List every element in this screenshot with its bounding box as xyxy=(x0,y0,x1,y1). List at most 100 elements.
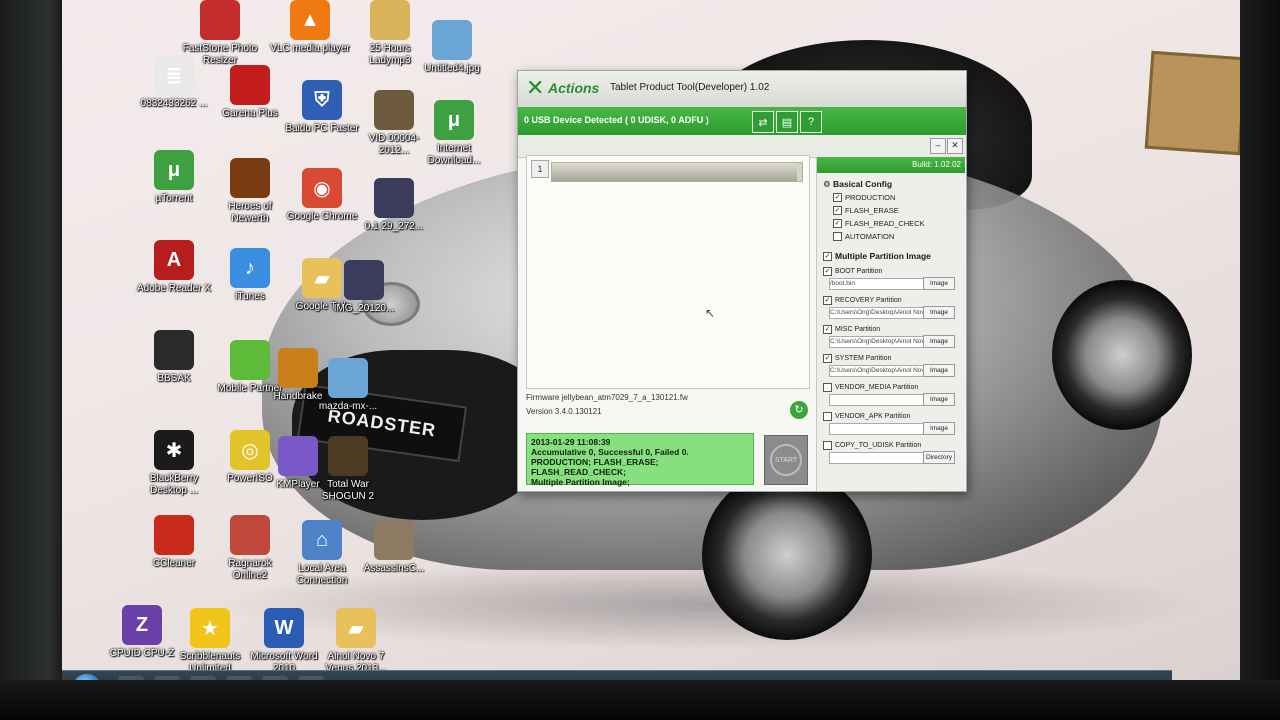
close-button[interactable]: ✕ xyxy=(947,138,963,154)
desktop-shortcut[interactable]: ★ Scribblenauts Unlimited xyxy=(170,608,250,675)
progress-bar xyxy=(551,162,803,182)
log-line: 2013-01-29 11:08:39 xyxy=(531,437,611,447)
partition-path-field[interactable] xyxy=(829,452,927,464)
usb-button[interactable]: ⇄ xyxy=(752,111,774,133)
desktop-shortcut-label: 0832433262 ... xyxy=(140,98,208,109)
partition-checkbox[interactable] xyxy=(823,412,832,421)
slot-tab[interactable]: 1 xyxy=(531,160,549,178)
desktop-shortcut[interactable]: μ µTorrent xyxy=(134,150,214,205)
partition-checkbox[interactable] xyxy=(823,441,832,450)
build-label: Build: 1.02.02 xyxy=(817,157,965,173)
desktop-shortcut-label: 0.1 29_272... xyxy=(364,221,424,232)
partition-path-field[interactable] xyxy=(829,423,927,435)
option-row[interactable]: ✓ FLASH_READ_CHECK xyxy=(833,219,925,228)
desktop-shortcut[interactable]: Heroes of Newerth xyxy=(210,158,290,225)
partition-path-field[interactable]: C:\Users\Ong\Desktop\Ainol Novo 7 Venus xyxy=(829,365,927,377)
desktop-shortcut[interactable]: CCleaner xyxy=(134,515,214,570)
photo-file-icon xyxy=(374,178,414,218)
option-row[interactable]: ✓ PRODUCTION xyxy=(833,193,895,202)
folder-icon: ▰ xyxy=(336,608,376,648)
option-checkbox[interactable]: ✓ xyxy=(833,219,842,228)
desktop-shortcut[interactable]: BBSAK xyxy=(134,330,214,385)
partition-browse-button[interactable]: Image xyxy=(923,335,955,348)
partition-browse-button[interactable]: Image xyxy=(923,393,955,406)
desktop-shortcut[interactable]: AssassinsC... xyxy=(354,520,434,575)
partition-label-row[interactable]: ✓ MISC Partition xyxy=(823,325,959,334)
word-icon: W xyxy=(264,608,304,648)
desktop-shortcut[interactable]: ⌂ Local Area Connection xyxy=(282,520,362,587)
ccleaner-icon xyxy=(154,515,194,555)
desktop-shortcut[interactable]: Untitled4.jpg xyxy=(412,20,492,75)
partition-path-field[interactable]: C:\Users\Ong\Desktop\Ainol Novo 7 Venus xyxy=(829,336,927,348)
desktop-shortcut-label: VLC media player xyxy=(270,43,350,54)
partition-checkbox[interactable]: ✓ xyxy=(823,354,832,363)
desktop-shortcut-label: iTunes xyxy=(235,291,265,302)
partition-label-row[interactable]: VENDOR_MEDIA Partition xyxy=(823,383,959,392)
refresh-button[interactable]: ↻ xyxy=(790,401,808,419)
partition-label-row[interactable]: VENDOR_APK Partition xyxy=(823,412,959,421)
desktop-shortcut[interactable]: A Adobe Reader X xyxy=(134,240,214,295)
partition-label-row[interactable]: ✓ BOOT Partition xyxy=(823,267,959,276)
partition-path-field[interactable]: /boot.bin xyxy=(829,278,927,290)
desktop-shortcut[interactable]: μ Internet Download... xyxy=(414,100,494,167)
option-row[interactable]: AUTOMATION xyxy=(833,232,894,241)
partition-browse-button[interactable]: Image xyxy=(923,422,955,435)
partition-browse-button[interactable]: Image xyxy=(923,364,955,377)
brand-name: Actions xyxy=(548,80,600,96)
desktop-shortcut[interactable]: ✱ BlackBerry Desktop ... xyxy=(134,430,214,497)
desktop-shortcut[interactable]: ♪ iTunes xyxy=(210,248,290,303)
partition-browse-button[interactable]: Image xyxy=(923,277,955,290)
document-button[interactable]: ▤ xyxy=(776,111,798,133)
partition-label: BOOT Partition xyxy=(835,268,883,275)
partition-checkbox[interactable]: ✓ xyxy=(823,296,832,305)
partition-browse-button[interactable]: Directory xyxy=(923,451,955,464)
desktop-shortcut[interactable]: ▲ VLC media player xyxy=(270,0,350,55)
desktop-shortcut[interactable]: W Microsoft Word 2010 xyxy=(244,608,324,675)
partition-path-field[interactable] xyxy=(829,394,927,406)
desktop-shortcut[interactable]: mazda-mx-... xyxy=(308,358,388,413)
firmware-line: Firmware jellybean_atm7029_7_a_130121.fw xyxy=(526,393,688,402)
partition-row: VENDOR_APK Partition Image xyxy=(823,412,959,435)
partition-row: ✓ BOOT Partition/boot.bin Image xyxy=(823,267,959,290)
option-checkbox[interactable]: ✓ xyxy=(833,206,842,215)
desktop-shortcut[interactable]: Ragnarok Online2 xyxy=(210,515,290,582)
desktop-shortcut-label: Heroes of Newerth xyxy=(228,201,272,224)
desktop-shortcut-label: Local Area Connection xyxy=(296,563,348,586)
help-button[interactable]: ? xyxy=(800,111,822,133)
star-icon: ★ xyxy=(190,608,230,648)
partition-label-row[interactable]: ✓ RECOVERY Partition xyxy=(823,296,959,305)
desktop-shortcut-label: Ragnarok Online2 xyxy=(228,558,272,581)
partition-browse-button[interactable]: Image xyxy=(923,306,955,319)
option-checkbox[interactable] xyxy=(833,232,842,241)
partition-path-field[interactable]: C:\Users\Ong\Desktop\Ainol Novo 7 Venus xyxy=(829,307,927,319)
desktop-shortcut[interactable]: 0.1 29_272... xyxy=(354,178,434,233)
desktop-shortcut[interactable]: Total War SHOGUN 2 xyxy=(308,436,388,503)
partition-checkbox[interactable]: ✓ xyxy=(823,325,832,334)
partition-label-row[interactable]: ✓ SYSTEM Partition xyxy=(823,354,959,363)
ragnarok-icon xyxy=(230,515,270,555)
desktop-gadget xyxy=(1144,50,1240,156)
desktop-shortcut[interactable]: IMG_20120... xyxy=(324,260,404,315)
window-title-bar[interactable]: ✕ Actions Tablet Product Tool(Developer)… xyxy=(518,71,966,107)
minimize-button[interactable]: – xyxy=(930,138,946,154)
firmware-label: Firmware xyxy=(526,393,560,402)
desktop-shortcut[interactable]: ◉ Google Chrome xyxy=(282,168,362,223)
partition-label-row[interactable]: COPY_TO_UDISK Partition xyxy=(823,441,959,450)
partition-checkbox[interactable] xyxy=(823,383,832,392)
desktop-shortcut[interactable]: ▰ Ainol Novo 7 Venus 2013... xyxy=(316,608,396,675)
start-button[interactable]: START xyxy=(764,435,808,485)
desktop-shortcut[interactable]: ≣ 0832433262 ... xyxy=(134,55,214,110)
option-checkbox[interactable]: ✓ xyxy=(833,193,842,202)
monitor-bezel-bottom xyxy=(0,680,1280,720)
partition-checkbox[interactable]: ✓ xyxy=(823,267,832,276)
tablet-product-tool-window[interactable]: ✕ Actions Tablet Product Tool(Developer)… xyxy=(517,70,967,492)
video-file-icon xyxy=(374,90,414,130)
desktop-shortcut-label: BlackBerry Desktop ... xyxy=(149,473,199,496)
desktop-shortcut-label: Google Chrome xyxy=(286,211,358,222)
desktop-shortcut[interactable]: Garena Plus xyxy=(210,65,290,120)
multi-partition-checkbox[interactable]: ✓ xyxy=(823,251,832,261)
option-row[interactable]: ✓ FLASH_ERASE xyxy=(833,206,899,215)
multi-partition-heading[interactable]: ✓ Multiple Partition Image xyxy=(823,251,931,261)
desktop: ROADSTER FastStone Photo Resizer ▲ VLC med… xyxy=(62,0,1240,700)
desktop-shortcut[interactable]: ⛨ Baidu PC Faster xyxy=(282,80,362,135)
